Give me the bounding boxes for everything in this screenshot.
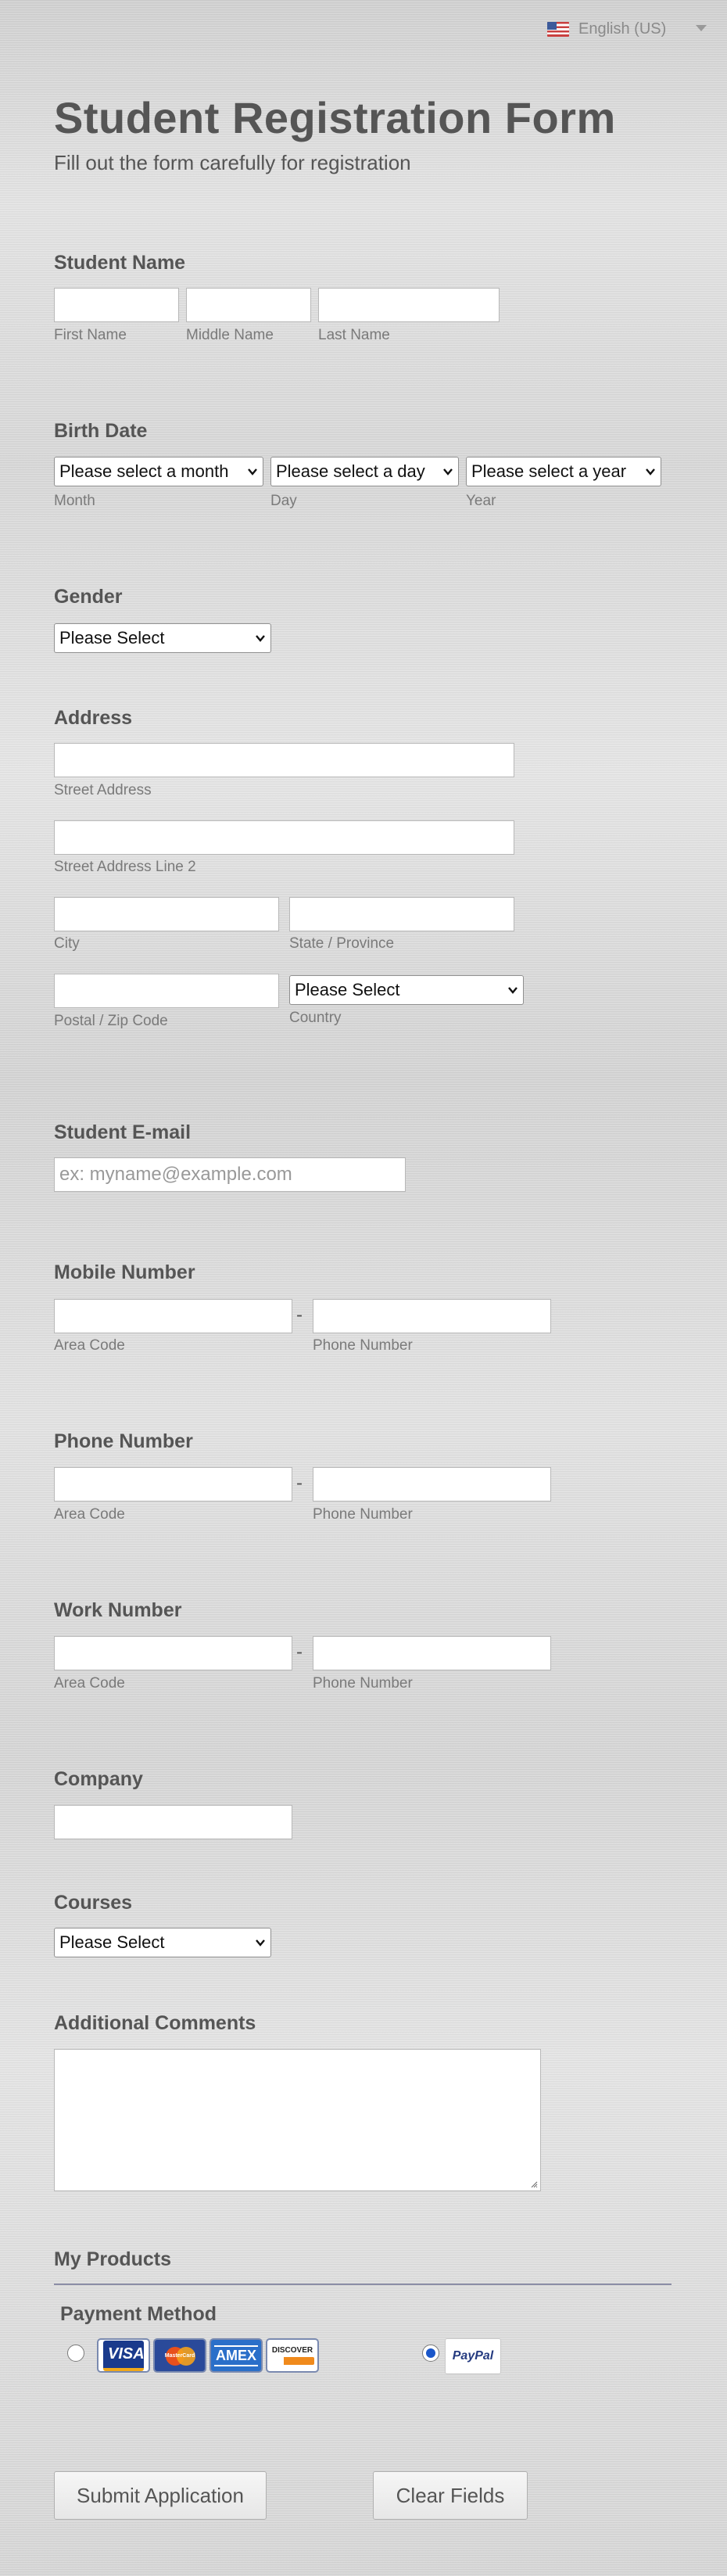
- phone-number-input[interactable]: [313, 1467, 551, 1501]
- page-title: Student Registration Form: [54, 93, 616, 142]
- radio-selected-dot: [426, 2348, 435, 2358]
- work-area-code-sublabel: Area Code: [54, 1675, 125, 1692]
- street-address-line2-input[interactable]: [54, 820, 514, 855]
- language-selector[interactable]: English (US): [547, 20, 666, 38]
- state-sublabel: State / Province: [289, 935, 395, 952]
- chevron-down-icon[interactable]: [696, 25, 707, 31]
- first-name-input[interactable]: [54, 288, 179, 322]
- company-input[interactable]: [54, 1805, 292, 1839]
- birth-day-value: Please select a day: [276, 461, 425, 481]
- courses-select[interactable]: Please Select: [54, 1928, 271, 1957]
- discover-card-label: DISCOVER: [271, 2346, 313, 2355]
- courses-label: Courses: [54, 1892, 133, 1914]
- courses-value: Please Select: [59, 1932, 165, 1952]
- chevron-down-icon: [646, 468, 655, 475]
- birth-month-value: Please select a month: [59, 461, 229, 481]
- gender-select[interactable]: Please Select: [54, 623, 271, 653]
- mastercard-card-label: MasterCard: [164, 2352, 195, 2359]
- mastercard-card-icon: MasterCard: [153, 2338, 206, 2373]
- postal-code-sublabel: Postal / Zip Code: [54, 1013, 168, 1029]
- visa-card-label: VISA: [103, 2340, 145, 2371]
- birth-year-value: Please select a year: [471, 461, 627, 481]
- products-divider: [54, 2284, 671, 2285]
- state-input[interactable]: [289, 897, 514, 931]
- amex-card-icon: AMEX: [210, 2338, 263, 2373]
- gender-value: Please Select: [59, 628, 165, 648]
- us-flag-icon: [547, 22, 569, 37]
- street-address-line2-sublabel: Street Address Line 2: [54, 859, 196, 875]
- mobile-area-code-sublabel: Area Code: [54, 1337, 125, 1354]
- chevron-down-icon: [256, 635, 265, 642]
- city-sublabel: City: [54, 935, 80, 952]
- language-label: English (US): [578, 20, 667, 38]
- country-value: Please Select: [295, 980, 400, 999]
- birth-year-select[interactable]: Please select a year: [466, 457, 661, 486]
- country-sublabel: Country: [289, 1010, 342, 1026]
- phone-number-label: Phone Number: [54, 1430, 193, 1452]
- chevron-down-icon: [248, 468, 257, 475]
- card-logos: VISA MasterCard AMEX DISCOVER: [97, 2338, 319, 2373]
- first-name-sublabel: First Name: [54, 327, 127, 343]
- work-phone-input[interactable]: [313, 1636, 551, 1670]
- middle-name-input[interactable]: [186, 288, 311, 322]
- mobile-phone-input[interactable]: [313, 1299, 551, 1333]
- month-sublabel: Month: [54, 493, 95, 509]
- amex-card-label: AMEX: [213, 2345, 258, 2366]
- mobile-area-code-input[interactable]: [54, 1299, 292, 1333]
- day-sublabel: Day: [270, 493, 297, 509]
- phone-number-sublabel: Phone Number: [313, 1506, 413, 1523]
- mobile-number-label: Mobile Number: [54, 1261, 195, 1283]
- last-name-input[interactable]: [318, 288, 500, 322]
- clear-fields-button[interactable]: Clear Fields: [373, 2471, 528, 2520]
- last-name-sublabel: Last Name: [318, 327, 390, 343]
- submit-application-button[interactable]: Submit Application: [54, 2471, 267, 2520]
- country-select[interactable]: Please Select: [289, 975, 524, 1005]
- birth-date-label: Birth Date: [54, 420, 148, 442]
- work-number-label: Work Number: [54, 1599, 182, 1621]
- additional-comments-textarea[interactable]: [54, 2049, 541, 2191]
- year-sublabel: Year: [466, 493, 496, 509]
- address-label: Address: [54, 707, 133, 729]
- chevron-down-icon: [256, 1939, 265, 1946]
- page-subtitle: Fill out the form carefully for registra…: [54, 151, 411, 174]
- phone-area-code-input[interactable]: [54, 1467, 292, 1501]
- chevron-down-icon: [508, 987, 517, 994]
- gender-label: Gender: [54, 586, 123, 608]
- chevron-down-icon: [443, 468, 453, 475]
- discover-card-icon: DISCOVER: [266, 2338, 319, 2373]
- my-products-label: My Products: [54, 2248, 172, 2270]
- birth-month-select[interactable]: Please select a month: [54, 457, 263, 486]
- work-area-code-input[interactable]: [54, 1636, 292, 1670]
- additional-comments-label: Additional Comments: [54, 2012, 256, 2034]
- postal-code-input[interactable]: [54, 974, 279, 1008]
- city-input[interactable]: [54, 897, 279, 931]
- paypal-payment-radio[interactable]: [422, 2345, 439, 2362]
- company-label: Company: [54, 1768, 143, 1790]
- email-input[interactable]: ex: myname@example.com: [54, 1157, 406, 1192]
- paypal-label: PayPal: [452, 2349, 494, 2363]
- mobile-separator: -: [296, 1304, 303, 1326]
- student-name-label: Student Name: [54, 252, 186, 274]
- middle-name-sublabel: Middle Name: [186, 327, 274, 343]
- paypal-icon: PayPal: [445, 2338, 501, 2374]
- work-phone-sublabel: Phone Number: [313, 1675, 413, 1692]
- visa-card-icon: VISA: [97, 2338, 150, 2373]
- card-payment-radio[interactable]: [67, 2345, 84, 2362]
- phone-area-code-sublabel: Area Code: [54, 1506, 125, 1523]
- street-address-sublabel: Street Address: [54, 782, 152, 798]
- birth-day-select[interactable]: Please select a day: [270, 457, 459, 486]
- payment-method-label: Payment Method: [60, 2303, 217, 2325]
- work-separator: -: [296, 1641, 303, 1663]
- mobile-phone-sublabel: Phone Number: [313, 1337, 413, 1354]
- phone-separator: -: [296, 1473, 303, 1494]
- resize-handle-icon[interactable]: [530, 2180, 538, 2188]
- street-address-input[interactable]: [54, 743, 514, 777]
- email-label: Student E-mail: [54, 1121, 192, 1143]
